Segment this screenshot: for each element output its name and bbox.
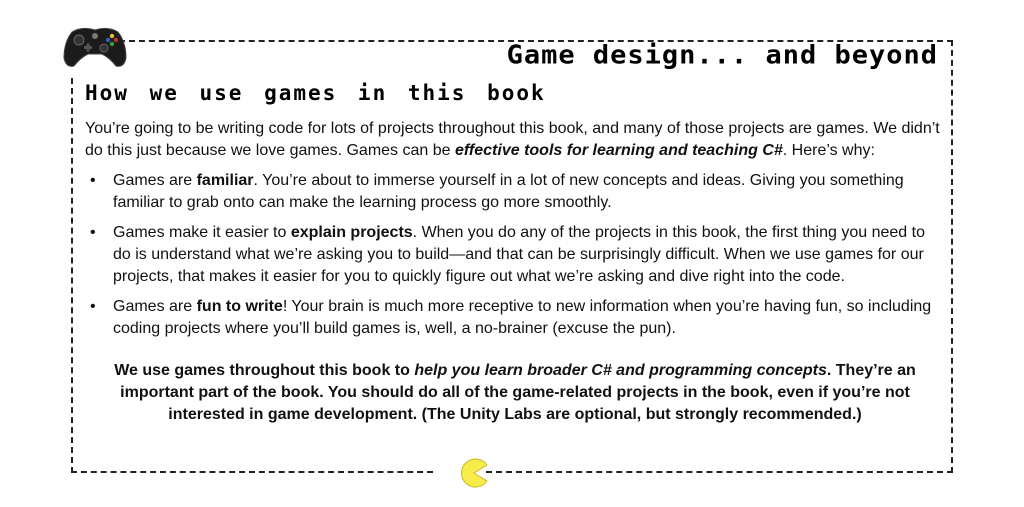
item-text: Games make it easier to <box>113 224 291 241</box>
bullet-icon: • <box>90 224 96 241</box>
list-item: • Games are familiar. You’re about to im… <box>85 170 945 214</box>
summary-paragraph: We use games throughout this book to hel… <box>85 360 945 426</box>
item-keyword: fun to write <box>196 298 283 315</box>
border-right <box>951 40 953 473</box>
intro-paragraph: You’re going to be writing code for lots… <box>85 118 945 162</box>
item-keyword: explain projects <box>290 224 413 241</box>
reasons-list: • Games are familiar. You’re about to im… <box>85 170 945 340</box>
game-controller-icon <box>63 27 127 67</box>
section-heading: How we use games in this book <box>85 81 546 105</box>
border-left <box>71 78 73 473</box>
intro-emphasis: effective tools for learning and teachin… <box>454 142 783 159</box>
sidebar-body: You’re going to be writing code for lots… <box>85 118 945 442</box>
item-text: Games are <box>113 172 197 189</box>
list-item: • Games make it easier to explain projec… <box>85 222 945 288</box>
item-keyword: familiar <box>196 172 254 189</box>
page-title: Game design... and beyond <box>506 40 938 71</box>
list-item: • Games are fun to write! Your brain is … <box>85 296 945 340</box>
border-bottom-left <box>71 471 433 473</box>
intro-text-end: . Here’s why: <box>782 142 875 159</box>
border-bottom-right <box>486 471 953 473</box>
pacman-icon <box>461 458 488 488</box>
summary-text: We use games throughout this book to <box>114 362 415 379</box>
bullet-icon: • <box>90 172 96 189</box>
summary-emphasis: help you learn broader C# and programmin… <box>414 362 827 379</box>
bullet-icon: • <box>90 298 96 315</box>
item-text: Games are <box>113 298 197 315</box>
